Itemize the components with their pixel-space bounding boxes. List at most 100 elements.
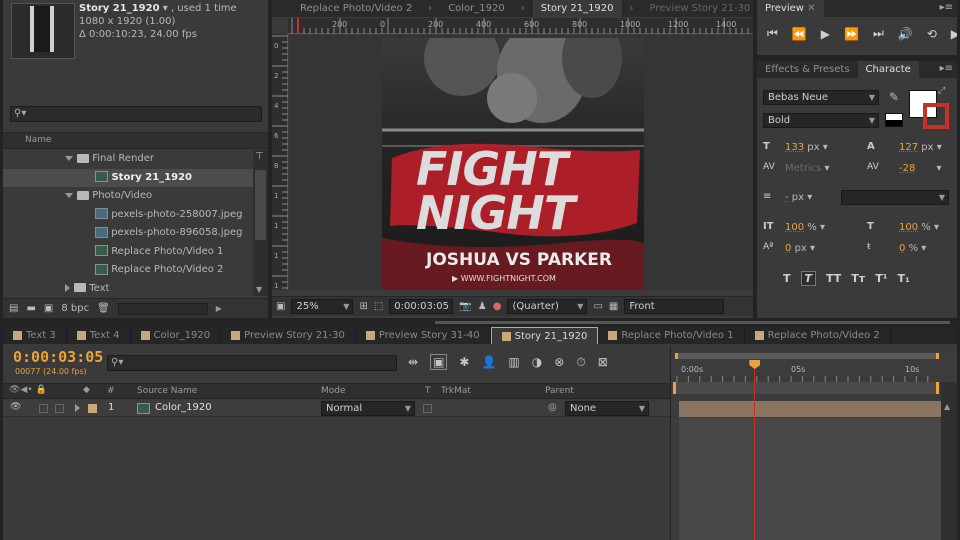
scroll-right-icon[interactable]: ▶ — [216, 304, 222, 313]
tracking-value[interactable]: -28 ▾ — [899, 163, 942, 174]
work-area-bar[interactable] — [675, 353, 939, 359]
play-icon[interactable]: ▶ — [821, 27, 830, 41]
transparency-grid-icon[interactable]: ▦ — [609, 301, 618, 312]
collapse-folder-icon[interactable] — [65, 283, 70, 292]
column-header-trkmat[interactable]: TrkMat — [441, 386, 471, 396]
delete-icon[interactable]: 🗑 — [97, 303, 110, 314]
region-of-interest-icon[interactable]: ⬚ — [374, 301, 383, 312]
av-features-icons[interactable]: 👁◀• 🔒 — [9, 385, 47, 395]
close-icon[interactable]: ✕ — [807, 3, 815, 14]
panel-divider[interactable] — [435, 321, 950, 324]
viewer-tab[interactable]: Color_1920 — [440, 0, 513, 17]
previous-frame-icon[interactable]: ⏪ — [792, 27, 807, 41]
viewer-timecode[interactable]: 0:00:03:05 — [389, 299, 454, 314]
brainstorm-icon[interactable]: ⏱ — [576, 355, 585, 370]
column-header-number[interactable]: # — [107, 386, 115, 396]
swap-colors-icon[interactable]: ⤢ — [938, 86, 945, 96]
solo-checkbox[interactable] — [39, 404, 48, 413]
timeline-track-area[interactable]: 0:00s 05s 10s ▲ — [670, 346, 957, 540]
color-depth-label[interactable]: 8 bpc — [61, 303, 89, 314]
resolution-select[interactable]: (Quarter) ▼ — [507, 299, 588, 314]
text-style-button[interactable]: TT — [826, 272, 841, 285]
comp-dropdown-icon[interactable]: ▾ — [163, 3, 168, 14]
fast-preview-icon[interactable]: ▭ — [593, 301, 602, 312]
project-item[interactable]: Text — [3, 280, 253, 298]
flowchart-icon[interactable]: ⊤ — [255, 151, 264, 162]
baseline-shift-value[interactable]: 0 px ▾ — [785, 243, 815, 254]
motion-blur-icon[interactable]: ◑ — [532, 355, 542, 369]
project-item[interactable]: Story 21_1920 — [3, 168, 253, 187]
view-select[interactable]: Front — [624, 299, 725, 314]
viewer-tab[interactable]: Preview Story 21-30 — [642, 0, 753, 17]
timeline-tab[interactable]: Text 3 — [3, 327, 67, 344]
text-style-button[interactable]: T₁ — [898, 272, 910, 285]
timeline-vscroll[interactable]: ▲ — [941, 382, 957, 540]
eye-icon[interactable]: 👁 — [10, 402, 21, 412]
viewer-tab[interactable]: Replace Photo/Video 2 — [292, 0, 420, 17]
column-header-parent[interactable]: Parent — [545, 386, 574, 396]
expand-folder-icon[interactable] — [65, 192, 73, 198]
comp-mini-flowchart-icon[interactable]: ⇹ — [408, 355, 418, 369]
next-frame-icon[interactable]: ⏩ — [844, 27, 859, 41]
new-folder-icon[interactable]: ▬ — [26, 303, 35, 314]
project-item[interactable]: Final Render — [3, 150, 253, 168]
viewer-canvas[interactable]: FIGHT NIGHT JOSHUA VS PARKER ▶ WWW.FIGHT… — [289, 35, 753, 290]
text-style-button[interactable]: T — [800, 271, 817, 286]
graph-editor-icon[interactable]: ⊗ — [554, 355, 564, 369]
timeline-tab[interactable]: Replace Photo/Video 2 — [745, 327, 891, 344]
project-hscroll[interactable] — [117, 302, 208, 315]
shy-layers-icon[interactable]: 👤 — [481, 355, 496, 369]
project-item[interactable]: pexels-photo-258007.jpeg — [3, 206, 253, 224]
viewer-tab[interactable]: Story 21_1920 — [532, 0, 622, 17]
pickwhip-icon[interactable]: ◎ — [548, 402, 557, 413]
frame-blending-icon[interactable]: ▥ — [508, 355, 519, 369]
kerning-value[interactable]: Metrics ▾ — [785, 163, 830, 174]
last-frame-icon[interactable]: ⏭ — [873, 26, 884, 41]
poster-frame[interactable]: FIGHT NIGHT JOSHUA VS PARKER ▶ WWW.FIGHT… — [382, 38, 644, 290]
label-column-icon[interactable]: ◆ — [83, 385, 90, 395]
text-style-button[interactable]: T¹ — [875, 272, 887, 285]
timeline-search-input[interactable]: ⚲▾ — [107, 355, 397, 371]
expand-layer-icon[interactable] — [75, 404, 80, 412]
project-scrollbar[interactable]: ⊤ ▼ — [253, 150, 268, 296]
parent-select[interactable]: None ▼ — [565, 401, 649, 416]
stroke-width-value[interactable]: - px ▾ — [785, 192, 812, 203]
stroke-color-swatch[interactable] — [923, 103, 949, 129]
layer-duration-bar[interactable] — [679, 401, 941, 417]
new-comp-icon[interactable]: ▣ — [44, 303, 53, 314]
font-style-select[interactable]: Bold ▼ — [763, 113, 879, 128]
blend-mode-select[interactable]: Normal ▼ — [321, 401, 415, 416]
text-style-button[interactable]: Tт — [851, 272, 865, 285]
project-item[interactable]: Replace Photo/Video 2 — [3, 261, 253, 279]
snapshot-icon[interactable]: 📷 — [459, 301, 471, 312]
auto-keyframe-icon[interactable]: ⊠ — [598, 355, 608, 369]
project-search-input[interactable]: ⚲▾ — [10, 106, 262, 122]
live-update-icon[interactable]: ▣ — [430, 354, 448, 370]
first-frame-icon[interactable]: ⏮ — [767, 26, 778, 41]
text-style-button[interactable]: T — [783, 272, 791, 285]
show-snapshot-icon[interactable]: ♟ — [478, 301, 487, 312]
font-family-select[interactable]: Bebas Neue ▼ — [763, 90, 879, 105]
lock-checkbox[interactable] — [55, 404, 64, 413]
scroll-down-icon[interactable]: ▼ — [256, 285, 262, 294]
expand-folder-icon[interactable] — [65, 155, 73, 161]
always-preview-icon[interactable]: ▣ — [276, 301, 285, 312]
timeline-tab[interactable]: Text 4 — [67, 327, 131, 344]
project-item[interactable]: Photo/Video — [3, 187, 253, 205]
column-header-name[interactable]: Name — [25, 135, 52, 145]
time-ruler[interactable]: 0:00s 05s 10s — [671, 360, 957, 382]
tab-preview[interactable]: Preview ✕ — [757, 0, 824, 17]
zoom-select[interactable]: 25% ▼ — [291, 299, 354, 314]
channel-icon[interactable]: ● — [493, 301, 502, 312]
layer-row[interactable]: 👁 1 Color_1920 Normal ▼ ◎ None ▼ — [3, 400, 670, 417]
ram-preview-icon[interactable]: ▶▶ — [951, 27, 957, 41]
audio-icon[interactable]: 🔊 — [898, 27, 913, 41]
panel-menu-icon[interactable]: ▸≡ — [940, 2, 953, 13]
black-white-swatch[interactable] — [885, 113, 903, 127]
timeline-tab[interactable]: Story 21_1920 — [490, 327, 599, 344]
font-size-value[interactable]: 133 px ▾ — [785, 142, 828, 153]
timeline-tab[interactable]: Replace Photo/Video 1 — [598, 327, 745, 344]
column-header-source[interactable]: Source Name — [137, 386, 197, 396]
interpret-footage-icon[interactable]: ▤ — [9, 303, 18, 314]
timeline-tab[interactable]: Preview Story 21-30 — [221, 327, 356, 344]
